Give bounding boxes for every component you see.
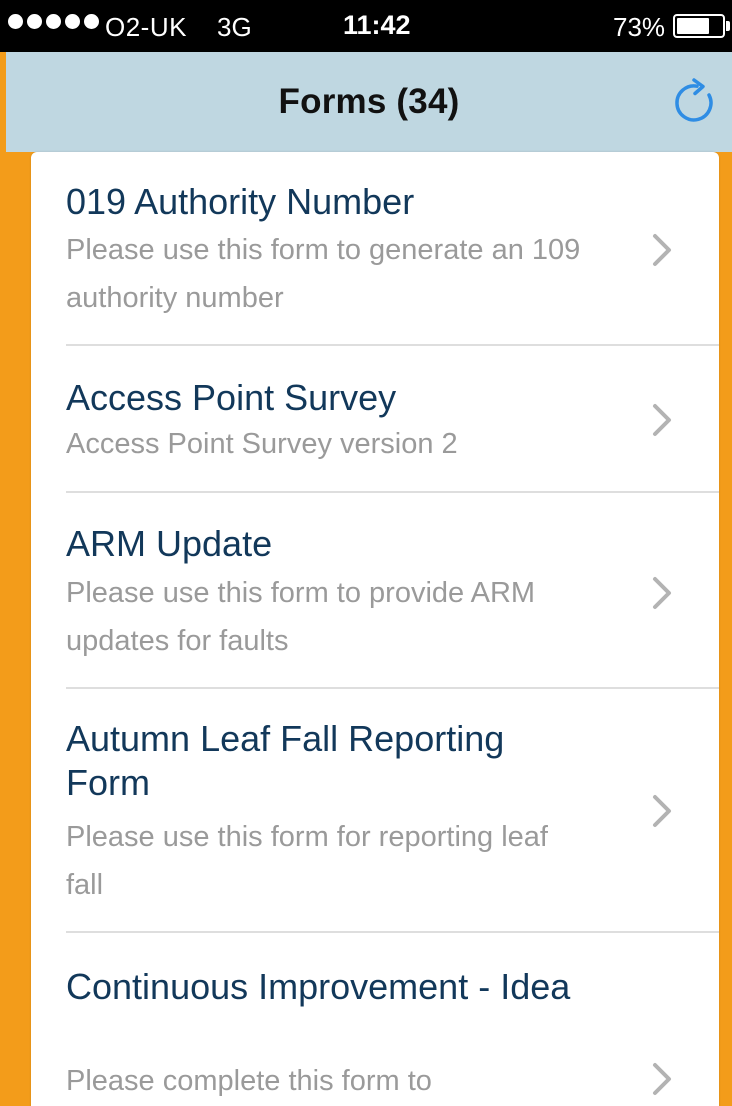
list-item[interactable]: Autumn Leaf Fall Reporting Form Please u…: [31, 689, 719, 931]
signal-dot: [27, 14, 42, 29]
clock: 11:42: [343, 10, 411, 40]
list-item[interactable]: Continuous Improvement - Idea Please com…: [31, 933, 719, 1106]
battery-fill: [677, 18, 710, 34]
signal-strength-icon: [8, 14, 99, 29]
network-type: 3G: [217, 12, 252, 42]
chevron-right-icon: [653, 404, 671, 436]
form-title: Continuous Improvement - Idea: [66, 966, 571, 1007]
page-title: Forms (34): [278, 82, 460, 121]
form-title: ARM Update: [66, 523, 273, 564]
battery-percentage: 73%: [613, 12, 666, 42]
signal-dot: [65, 14, 80, 29]
form-description: Access Point Survey version 2: [66, 428, 458, 460]
form-title: Access Point Survey: [66, 377, 397, 418]
navigation-bar: Forms (34): [6, 52, 732, 152]
form-description: Please use this form to provide ARM upda…: [66, 577, 536, 657]
signal-dot: [8, 14, 23, 29]
form-title: 019 Authority Number: [66, 181, 415, 222]
form-description: Please use this form to generate an 109 …: [66, 234, 581, 314]
form-title: Autumn Leaf Fall Reporting Form: [66, 718, 505, 803]
list-item[interactable]: 019 Authority Number Please use this for…: [31, 152, 719, 344]
chevron-right-icon: [653, 1063, 671, 1095]
chevron-right-icon: [653, 795, 671, 827]
list-item[interactable]: Access Point Survey Access Point Survey …: [31, 346, 719, 491]
app-screen: O2-UK 3G 11:42 73% Forms (34) 019 Author…: [0, 0, 732, 1106]
status-bar: O2-UK 3G 11:42 73%: [0, 0, 732, 52]
list-item[interactable]: ARM Update Please use this form to provi…: [31, 493, 719, 687]
forms-list: 019 Authority Number Please use this for…: [31, 152, 719, 1106]
chevron-right-icon: [653, 234, 671, 266]
carrier-name: O2-UK: [105, 12, 187, 42]
signal-dot: [84, 14, 99, 29]
signal-dot: [46, 14, 61, 29]
form-description: Please use this form for reporting leaf …: [66, 821, 548, 901]
battery-nub: [726, 21, 730, 31]
chevron-right-icon: [653, 577, 671, 609]
form-description: Please complete this form to: [66, 1065, 432, 1097]
battery-icon: [673, 14, 725, 38]
refresh-icon[interactable]: [670, 78, 720, 128]
